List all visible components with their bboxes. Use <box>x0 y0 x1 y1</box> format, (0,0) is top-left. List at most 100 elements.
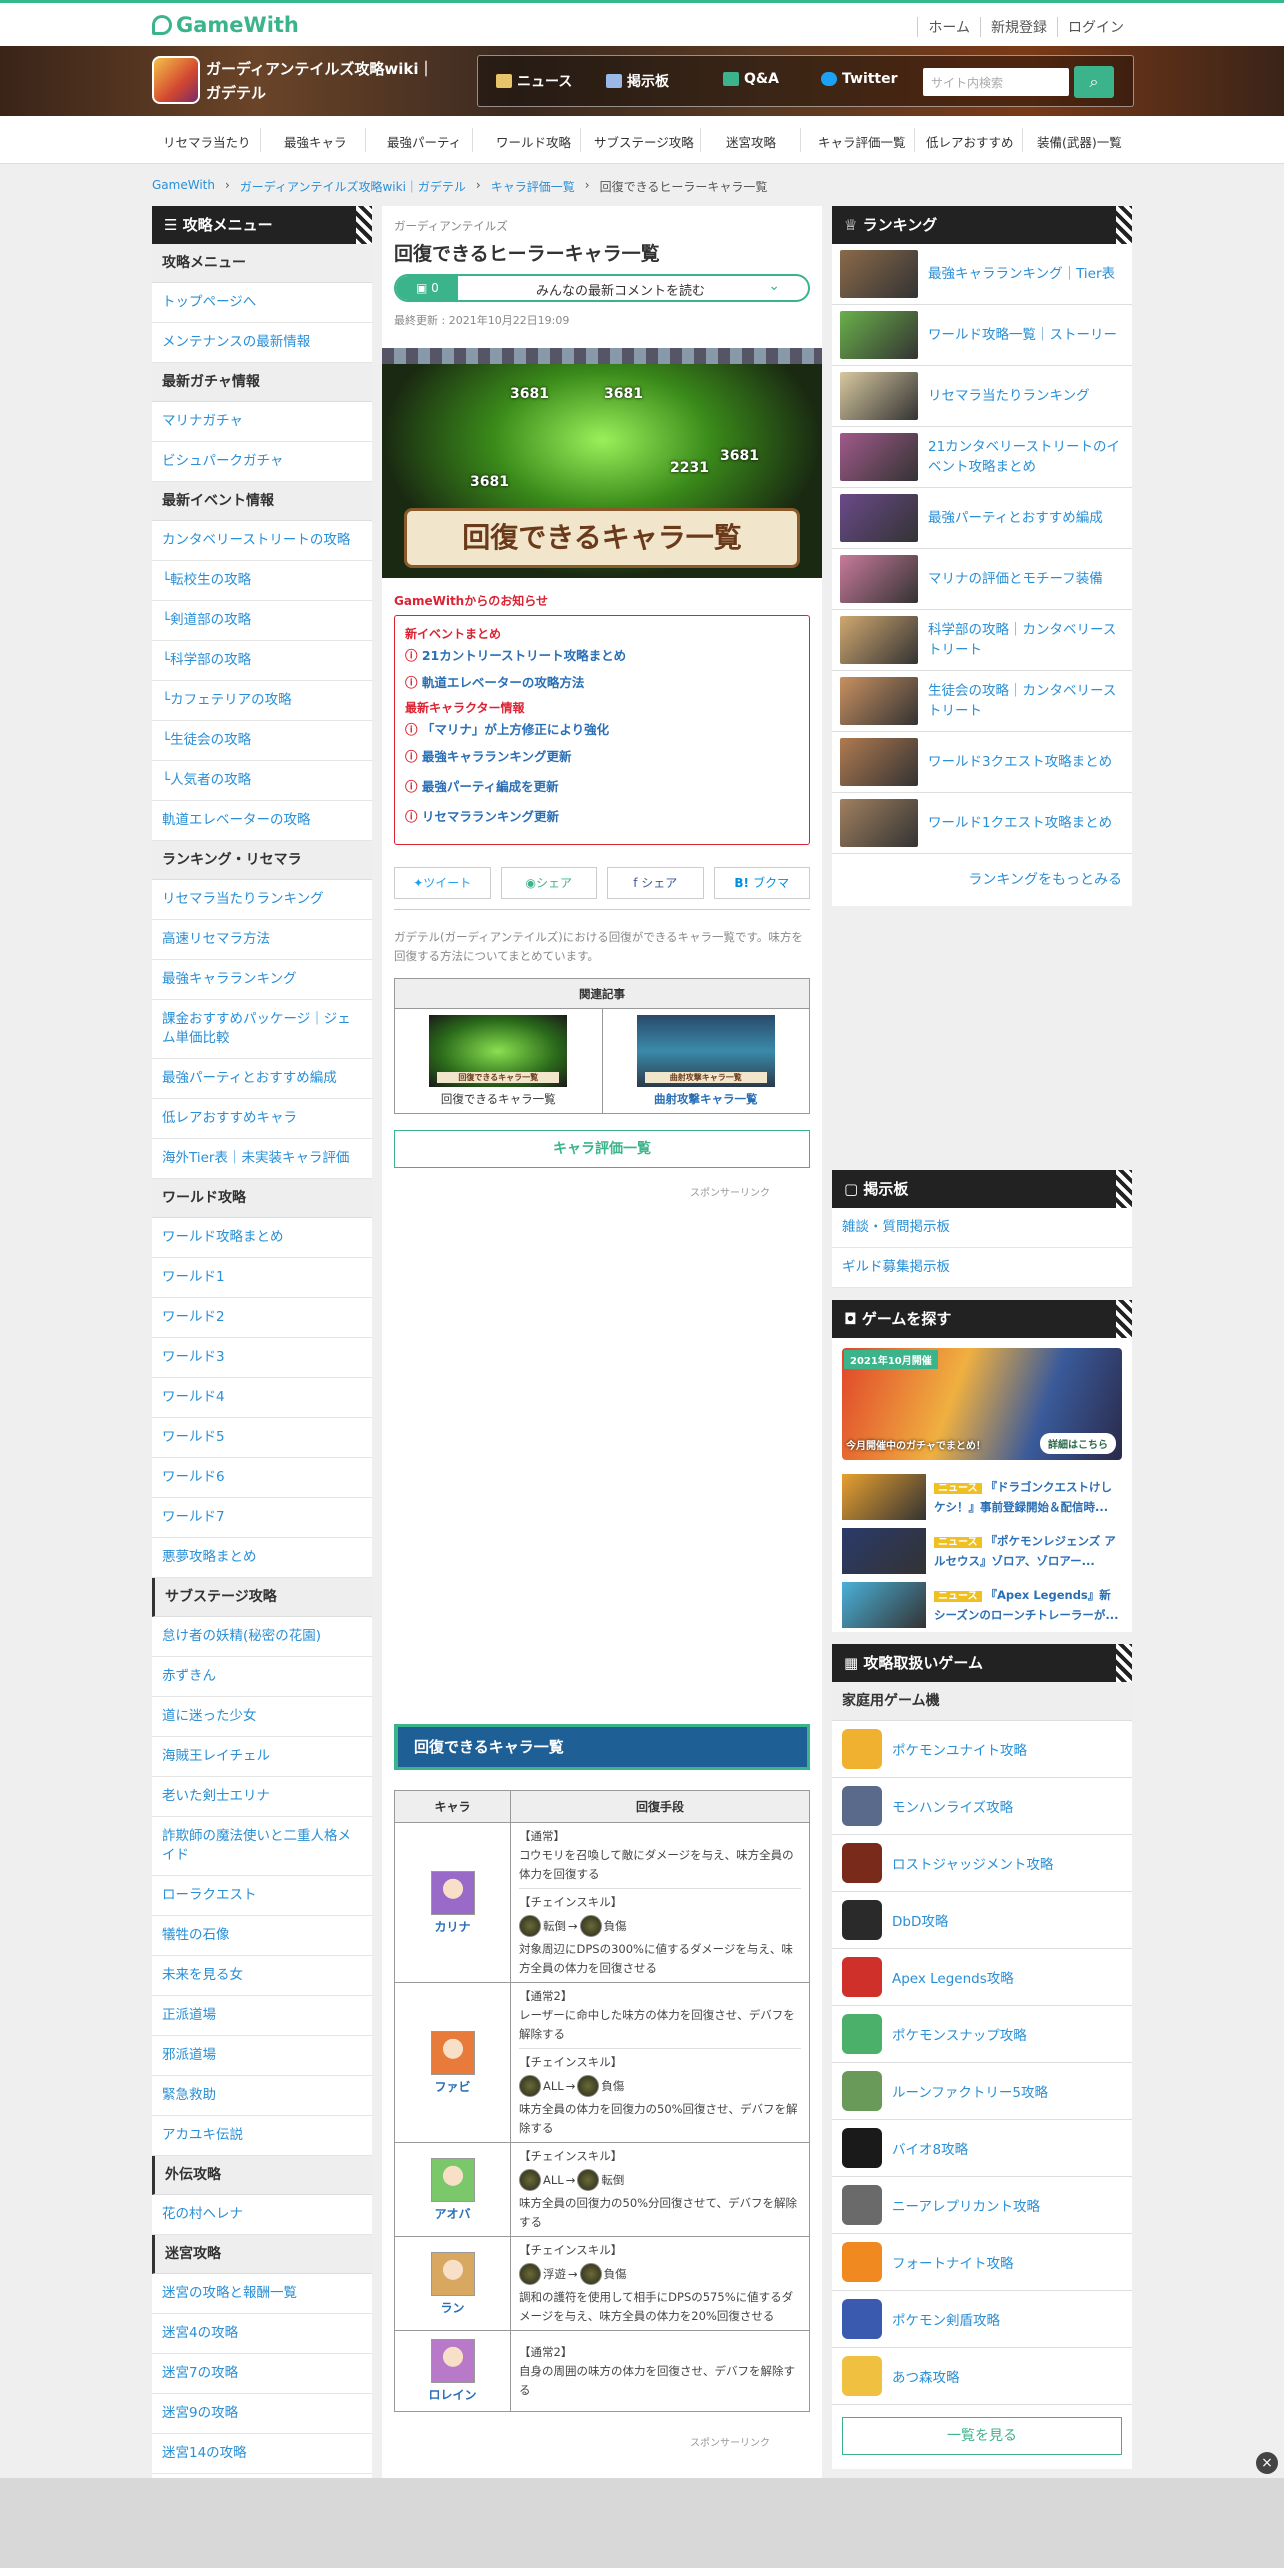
breadcrumb-link[interactable]: ガーディアンテイルズ攻略wiki｜ガデテル <box>240 178 466 195</box>
game-item[interactable]: ニーアレプリカント攻略 <box>832 2177 1132 2234</box>
ranking-item[interactable]: ワールド3クエスト攻略まとめ <box>832 732 1132 793</box>
character-name[interactable]: アオバ <box>403 2205 502 2222</box>
catnav-item[interactable]: 装備(武器)一覧 <box>1037 132 1122 151</box>
qa-link[interactable]: Q&A <box>723 71 779 87</box>
catnav-item[interactable]: 迷宮攻略 <box>726 132 776 151</box>
sidebar-item[interactable]: 海外Tier表｜未実装キャラ評価 <box>152 1139 372 1179</box>
character-cell[interactable]: ファビ <box>394 1982 511 2143</box>
close-icon[interactable]: × <box>1256 2452 1278 2474</box>
sidebar-item[interactable]: 怠け者の妖精(秘密の花園) <box>152 1617 372 1657</box>
ranking-more-link[interactable]: ランキングをもっとみる <box>832 854 1132 906</box>
catnav-item[interactable]: 最強キャラ <box>284 132 347 151</box>
banner-detail-button[interactable]: 詳細はこちら <box>1040 1433 1116 1454</box>
sidebar-item[interactable]: ワールド4 <box>152 1378 372 1418</box>
sidebar-item[interactable]: 詐欺師の魔法使いと二重人格メイド <box>152 1817 372 1876</box>
notice-link[interactable]: ⓘ 最強パーティ編成を更新 <box>405 772 799 802</box>
notice-link[interactable]: ⓘ 「マリナ」が上方修正により強化 <box>405 718 799 742</box>
sidebar-item[interactable]: ワールド攻略まとめ <box>152 1218 372 1258</box>
character-name[interactable]: ロレイン <box>403 2386 502 2403</box>
notice-link[interactable]: ⓘ リセマラランキング更新 <box>405 802 799 832</box>
sidebar-item[interactable]: 犠牲の石像 <box>152 1916 372 1956</box>
character-name[interactable]: ファビ <box>403 2078 502 2095</box>
game-item[interactable]: モンハンライズ攻略 <box>832 1778 1132 1835</box>
sidebar-item[interactable]: カンタベリーストリートの攻略 <box>152 521 372 561</box>
game-item[interactable]: ポケモンユナイト攻略 <box>832 1721 1132 1778</box>
game-item[interactable]: バイオ8攻略 <box>832 2120 1132 2177</box>
character-eval-button[interactable]: キャラ評価一覧 <box>394 1130 810 1168</box>
ranking-item[interactable]: 生徒会の攻略｜カンタベリーストリート <box>832 671 1132 732</box>
ranking-item[interactable]: ワールド1クエスト攻略まとめ <box>832 793 1132 854</box>
ranking-item[interactable]: ワールド攻略一覧｜ストーリー <box>832 305 1132 366</box>
login-link[interactable]: ログイン <box>1057 17 1124 37</box>
game-item[interactable]: ロストジャッジメント攻略 <box>832 1835 1132 1892</box>
catnav-item[interactable]: サブステージ攻略 <box>594 132 694 151</box>
games-more-button[interactable]: 一覧を見る <box>842 2417 1122 2455</box>
sidebar-item[interactable]: マリナガチャ <box>152 402 372 442</box>
search-button[interactable]: ⌕ <box>1074 66 1114 98</box>
sidebar-item[interactable]: 迷宮4の攻略 <box>152 2314 372 2354</box>
sidebar-item[interactable]: ワールド7 <box>152 1498 372 1538</box>
character-cell[interactable]: ロレイン <box>394 2330 511 2412</box>
news-item[interactable]: ニュース 『Apex Legends』新シーズンのローンチトレーラーが... <box>832 1578 1132 1632</box>
sidebar-item[interactable]: 赤ずきん <box>152 1657 372 1697</box>
sidebar-item[interactable]: 低レアおすすめキャラ <box>152 1099 372 1139</box>
line-share-button[interactable]: ◉シェア <box>500 867 597 899</box>
notice-link[interactable]: ⓘ 21カントリーストリート攻略まとめ <box>405 644 799 668</box>
character-cell[interactable]: カリナ <box>394 1822 511 1983</box>
sidebar-item[interactable]: 高速リセマラ方法 <box>152 920 372 960</box>
related-item[interactable]: 曲射攻撃キャラ一覧 曲射攻撃キャラ一覧 <box>601 1008 810 1114</box>
sidebar-item[interactable]: 道に迷った少女 <box>152 1697 372 1737</box>
sidebar-item[interactable]: トップページへ <box>152 283 372 323</box>
register-link[interactable]: 新規登録 <box>980 17 1047 37</box>
catnav-item[interactable]: 最強パーティ <box>387 132 461 151</box>
news-link[interactable]: ニュース <box>496 71 572 91</box>
character-cell[interactable]: ラン <box>394 2236 511 2331</box>
sidebar-item[interactable]: └転校生の攻略 <box>152 561 372 601</box>
tweet-button[interactable]: ✦ツイート <box>394 867 491 899</box>
sidebar-item[interactable]: 軌道エレベーターの攻略 <box>152 801 372 841</box>
ranking-item[interactable]: リセマラ当たりランキング <box>832 366 1132 427</box>
sidebar-item[interactable]: アカユキ伝説 <box>152 2116 372 2156</box>
sidebar-item[interactable]: 迷宮14の攻略 <box>152 2434 372 2474</box>
game-title[interactable]: ガーディアンテイルズ攻略wiki｜ガデテル <box>206 57 446 105</box>
breadcrumb-link[interactable]: キャラ評価一覧 <box>491 178 575 195</box>
hatena-bookmark-button[interactable]: B! ブクマ <box>713 867 810 899</box>
sidebar-item[interactable]: 迷宮の攻略と報酬一覧 <box>152 2274 372 2314</box>
sidebar-item[interactable]: 老いた剣士エリナ <box>152 1777 372 1817</box>
catnav-item[interactable]: リセマラ当たり <box>163 132 251 151</box>
game-item[interactable]: ルーンファクトリー5攻略 <box>832 2063 1132 2120</box>
gacha-banner[interactable]: 2021年10月開催 今月開催中のガチャでまとめ！ 詳細はこちら <box>842 1348 1122 1460</box>
game-item[interactable]: フォートナイト攻略 <box>832 2234 1132 2291</box>
site-search-input[interactable]: サイト内検索 <box>923 68 1069 96</box>
sidebar-item[interactable]: 最強パーティとおすすめ編成 <box>152 1059 372 1099</box>
sidebar-item[interactable]: └人気者の攻略 <box>152 761 372 801</box>
board-link[interactable]: 雑談・質問掲示板 <box>832 1208 1132 1248</box>
sidebar-item[interactable]: 邪派道場 <box>152 2036 372 2076</box>
game-item[interactable]: あつ森攻略 <box>832 2348 1132 2405</box>
news-item[interactable]: ニュース 『ポケモンレジェンズ アルセウス』ゾロア、ゾロアー... <box>832 1524 1132 1578</box>
character-cell[interactable]: アオバ <box>394 2142 511 2237</box>
catnav-item[interactable]: ワールド攻略 <box>496 132 571 151</box>
catnav-item[interactable]: キャラ評価一覧 <box>818 132 906 151</box>
ranking-item[interactable]: 科学部の攻略｜カンタベリーストリート <box>832 610 1132 671</box>
sidebar-item[interactable]: メンテナンスの最新情報 <box>152 323 372 363</box>
breadcrumb-link[interactable]: GameWith <box>152 178 215 195</box>
ranking-item[interactable]: 最強キャラランキング｜Tier表 <box>832 244 1132 305</box>
sidebar-item[interactable]: 緊急救助 <box>152 2076 372 2116</box>
sidebar-item[interactable]: └カフェテリアの攻略 <box>152 681 372 721</box>
notice-link[interactable]: ⓘ 軌道エレベーターの攻略方法 <box>405 668 799 698</box>
ranking-item[interactable]: マリナの評価とモチーフ装備 <box>832 549 1132 610</box>
home-link[interactable]: ホーム <box>917 17 970 37</box>
board-link[interactable]: ギルド募集掲示板 <box>832 1248 1132 1288</box>
character-name[interactable]: カリナ <box>403 1918 502 1935</box>
related-item[interactable]: 回復できるキャラ一覧 回復できるキャラ一覧 <box>394 1008 603 1114</box>
character-name[interactable]: ラン <box>403 2299 502 2316</box>
game-item[interactable]: DbD攻略 <box>832 1892 1132 1949</box>
sidebar-item[interactable]: └生徒会の攻略 <box>152 721 372 761</box>
board-link[interactable]: 掲示板 <box>606 71 669 91</box>
sidebar-item[interactable]: 花の村ヘレナ <box>152 2195 372 2235</box>
sidebar-item[interactable]: 正派道場 <box>152 1996 372 2036</box>
sidebar-item[interactable]: ワールド2 <box>152 1298 372 1338</box>
sidebar-item[interactable]: ビシュパークガチャ <box>152 442 372 482</box>
ranking-item[interactable]: 最強パーティとおすすめ編成 <box>832 488 1132 549</box>
